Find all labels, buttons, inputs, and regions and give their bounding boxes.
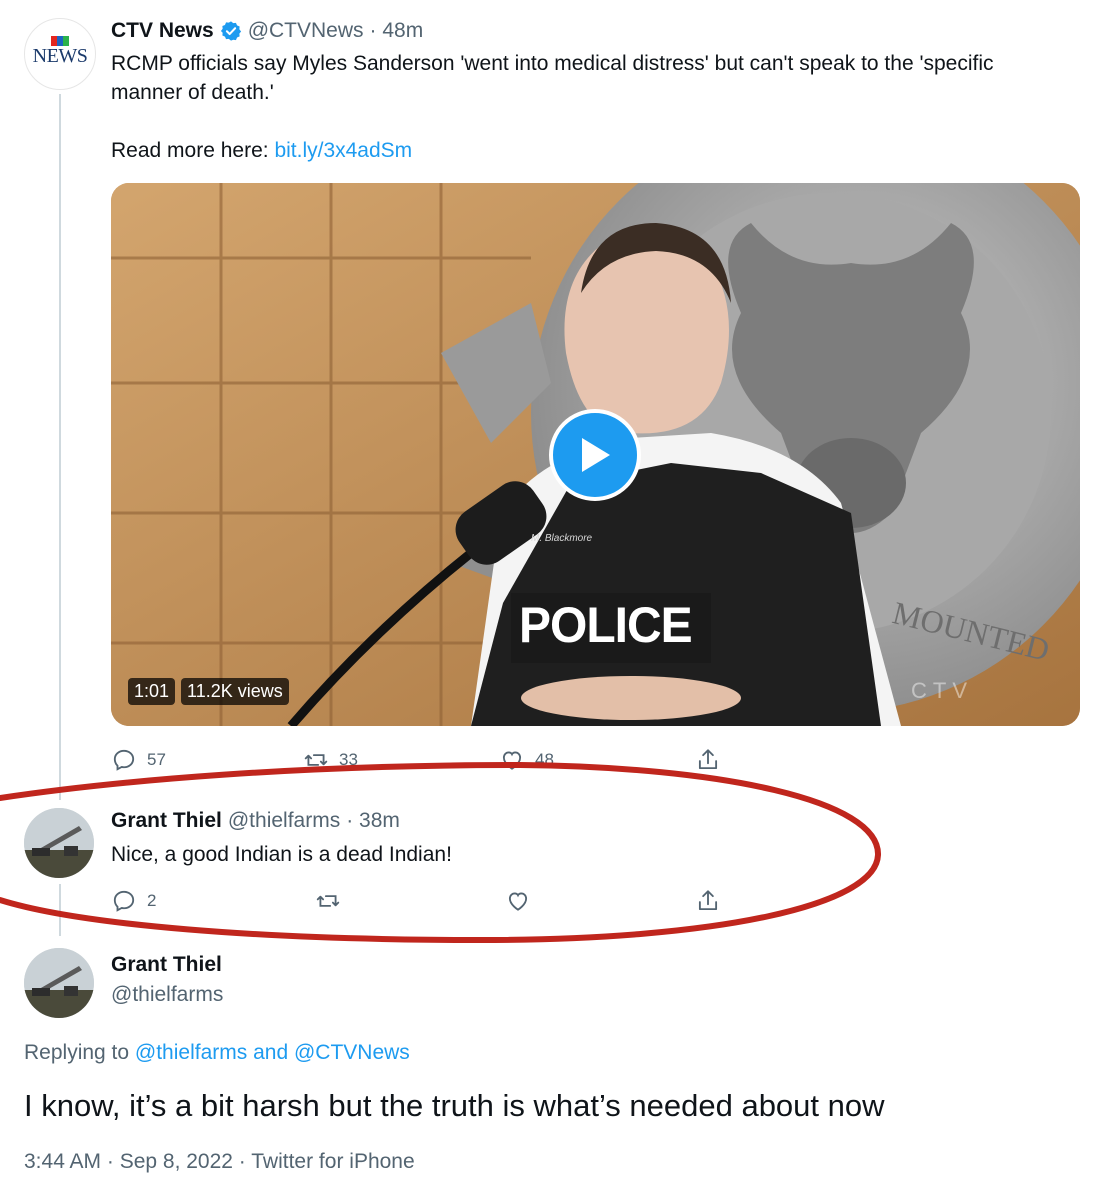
read-more-label: Read more here:: [111, 139, 269, 162]
share-button[interactable]: [695, 747, 721, 773]
ctv-logo-wordmark: NEWS: [32, 45, 88, 67]
video-views: 11.2K views: [181, 678, 289, 705]
author-name[interactable]: CTV News: [111, 19, 214, 43]
author-name[interactable]: Grant Thiel: [111, 809, 222, 833]
tweet2-text: Nice, a good Indian is a dead Indian!: [111, 843, 452, 866]
farm-photo: [24, 808, 94, 878]
heart-icon: [508, 892, 528, 911]
grant-thiel-avatar[interactable]: [24, 808, 94, 878]
reply-icon: [113, 749, 135, 771]
tweet-time[interactable]: · 38m: [346, 809, 400, 833]
author-handle[interactable]: @thielfarms: [228, 809, 340, 833]
main-tweet-text: I know, it’s a bit harsh but the truth i…: [24, 1088, 885, 1123]
like-button[interactable]: 48: [499, 747, 554, 773]
video-duration: 1:01: [128, 678, 176, 705]
tweet1-header: CTV News @CTVNews · 48m: [111, 19, 423, 43]
verified-badge-icon: [220, 20, 242, 42]
retweet-icon: [316, 895, 340, 907]
replying-to-handles[interactable]: @thielfarms and @CTVNews: [135, 1041, 410, 1064]
reply-count: 2: [147, 891, 157, 910]
share-icon: [698, 890, 718, 911]
replying-to-label: Replying to: [24, 1041, 130, 1064]
author-handle[interactable]: @CTVNews: [248, 19, 364, 43]
reply-button[interactable]: 2: [111, 888, 156, 914]
read-more-line: Read more here: bit.ly/3x4adSm: [111, 136, 1081, 165]
play-icon: [582, 438, 610, 472]
thread-line-1: [59, 94, 61, 800]
thread-line-2: [59, 884, 61, 936]
tweet1-text: RCMP officials say Myles Sanderson 'went…: [111, 49, 1081, 165]
tweet-time[interactable]: · 48m: [370, 19, 424, 43]
grant-thiel-avatar-main[interactable]: [24, 948, 94, 1018]
read-more-link[interactable]: bit.ly/3x4adSm: [274, 139, 412, 162]
vest-text: POLICE: [519, 597, 693, 654]
reply-icon: [113, 890, 135, 912]
play-button[interactable]: [549, 409, 641, 501]
replying-to-line: Replying to @thielfarms and @CTVNews: [24, 1041, 410, 1065]
retweet-button[interactable]: 33: [303, 747, 358, 773]
video-stats-badge: 1:01 11.2K views: [128, 678, 289, 705]
reply-button[interactable]: 57: [111, 747, 166, 773]
tweet2-actions: 2: [111, 886, 731, 916]
farm-photo: [24, 948, 94, 1018]
nametag-text: M. Blackmore: [531, 533, 593, 544]
like-count: 48: [535, 750, 554, 769]
tweet2-header: Grant Thiel @thielfarms · 38m: [111, 809, 400, 833]
main-author-name[interactable]: Grant Thiel: [111, 953, 222, 977]
share-button[interactable]: [695, 888, 721, 914]
like-button[interactable]: [505, 888, 531, 914]
ctv-logo-mark: [51, 33, 69, 46]
retweet-button[interactable]: [315, 888, 341, 914]
tweet1-actions: 57 33 48: [111, 745, 731, 775]
reply-count: 57: [147, 750, 166, 769]
video-player[interactable]: POLICE M. Blackmore MOUNTED CTV 1:01 11.…: [111, 183, 1080, 726]
retweet-icon: [304, 754, 328, 766]
ctv-news-avatar[interactable]: NEWS: [24, 18, 96, 90]
main-author-handle[interactable]: @thielfarms: [111, 983, 223, 1007]
heart-icon: [502, 751, 522, 770]
retweet-count: 33: [339, 750, 358, 769]
tweet1-text-line1: RCMP officials say Myles Sanderson 'went…: [111, 52, 994, 75]
main-tweet-meta[interactable]: 3:44 AM · Sep 8, 2022 · Twitter for iPho…: [24, 1150, 415, 1174]
ctv-watermark: CTV: [911, 678, 973, 703]
share-icon: [698, 749, 718, 770]
tweet1-text-line2: manner of death.': [111, 81, 274, 104]
